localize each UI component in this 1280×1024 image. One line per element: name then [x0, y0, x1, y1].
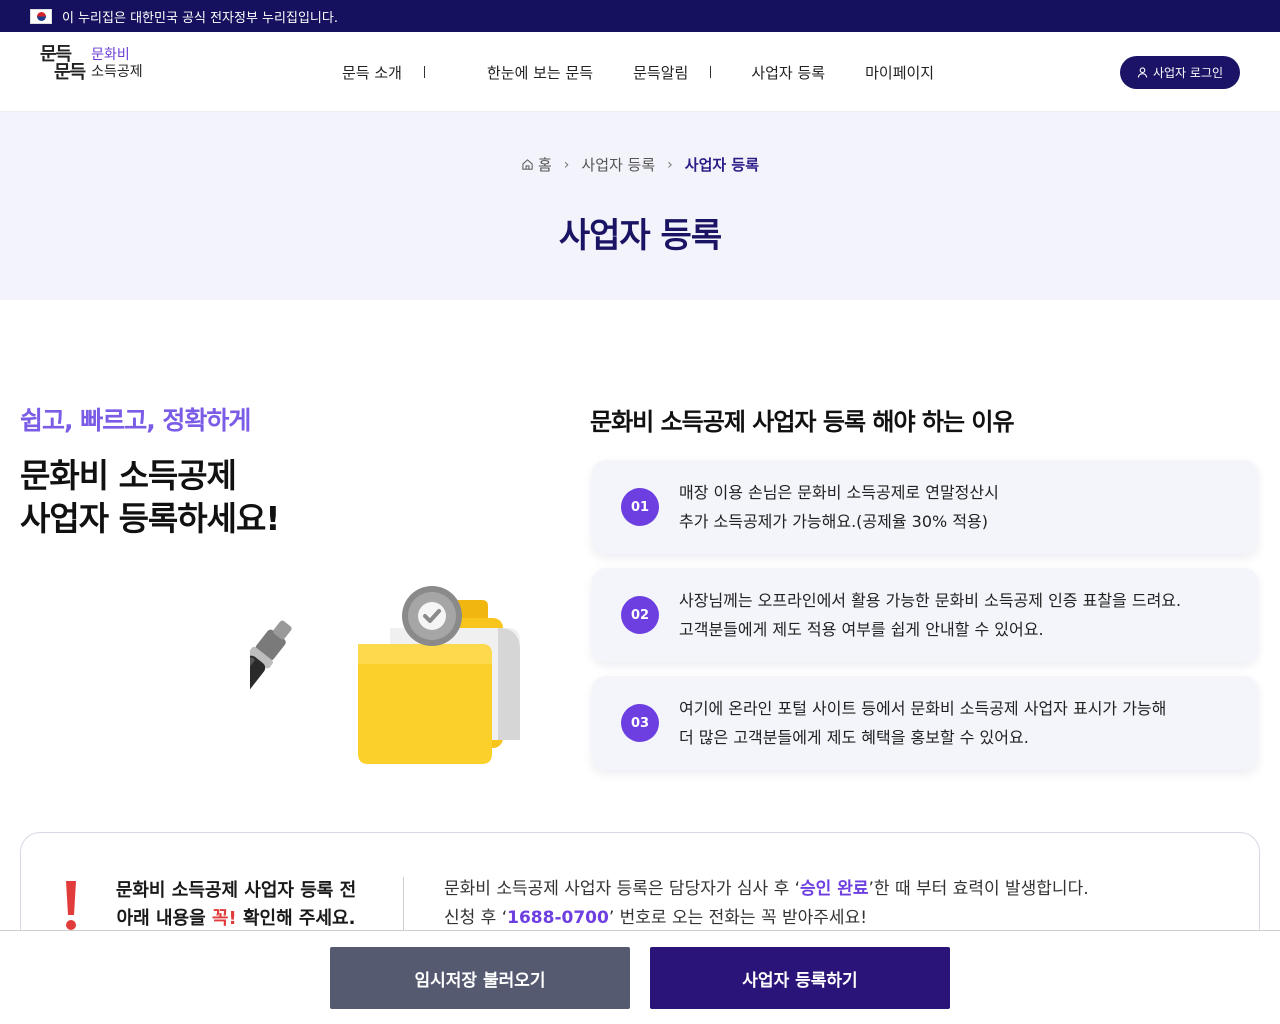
breadcrumb-parent[interactable]: 사업자 등록 [581, 154, 655, 175]
reason-text: 사장님께는 오프라인에서 활용 가능한 문화비 소득공제 인증 표찰을 드려요.… [679, 586, 1181, 644]
check-badge-icon [402, 586, 462, 646]
reason-line: 더 많은 고객분들에게 제도 혜택을 홍보할 수 있어요. [679, 728, 1029, 747]
reason-text: 매장 이용 손님은 문화비 소득공제로 연말정산시 추가 소득공제가 가능해요.… [679, 478, 999, 536]
notice-body-text: ’ 번호로 오는 전화는 꼭 받아주세요! [608, 908, 868, 928]
page-title: 사업자 등록 [558, 216, 722, 256]
reason-line: 고객분들에게 제도 적용 여부를 쉽게 안내할 수 있어요. [679, 620, 1044, 639]
home-icon [522, 159, 533, 170]
intro-headline: 문화비 소득공제 사업자 등록하세요! [20, 454, 280, 540]
reason-line: 추가 소득공제가 가능해요.(공제율 30% 적용) [679, 512, 988, 531]
exclamation-icon [66, 881, 76, 930]
breadcrumb-current: 사업자 등록 [684, 156, 760, 174]
intro-headline-line2: 사업자 등록하세요! [20, 499, 280, 538]
notice-body-text: 문화비 소득공제 사업자 등록은 담당자가 심사 후 ‘ [444, 879, 801, 899]
intro-tagline: 쉽고, 빠르고, 정확하게 [20, 406, 251, 435]
reason-line: 여기에 온라인 포털 사이트 등에서 문화비 소득공제 사업자 표시가 가능해 [679, 699, 1167, 718]
nav-divider [423, 66, 425, 78]
bottom-action-bar: 임시저장 불러오기 사업자 등록하기 [0, 930, 1280, 1024]
site-logo[interactable]: 문득 문득 문화비 소득공제 [40, 46, 143, 82]
reason-number: 03 [621, 704, 659, 742]
notice-heading-text: 아래 내용을 [116, 908, 212, 929]
notice-highlight: 승인 완료 [800, 879, 869, 899]
load-draft-button[interactable]: 임시저장 불러오기 [330, 947, 630, 1009]
user-icon [1137, 67, 1148, 78]
chevron-right-icon: › [563, 156, 570, 173]
reasons-title: 문화비 소득공제 사업자 등록 해야 하는 이유 [590, 408, 1015, 436]
reason-number: 01 [621, 488, 659, 526]
reason-text: 여기에 온라인 포털 사이트 등에서 문화비 소득공제 사업자 표시가 가능해 … [679, 694, 1166, 752]
site-header: 문득 문득 문화비 소득공제 문득 소개 한눈에 보는 문득 문득알림 사업자 … [0, 32, 1280, 112]
notice-body: 문화비 소득공제 사업자 등록은 담당자가 심사 후 ‘승인 완료’한 때 부터… [444, 875, 1089, 933]
reason-card-1: 01 매장 이용 손님은 문화비 소득공제로 연말정산시 추가 소득공제가 가능… [592, 460, 1258, 554]
intro-section: 쉽고, 빠르고, 정확하게 문화비 소득공제 사업자 등록하세요! 문화비 소득… [0, 300, 1280, 831]
nav-item-notice[interactable]: 문득알림 [633, 62, 688, 83]
reason-number: 02 [621, 596, 659, 634]
logo-text-line1: 문화비 [91, 47, 130, 63]
breadcrumb: 홈 › 사업자 등록 › 사업자 등록 [0, 154, 1280, 175]
taegukgi-flag-icon [30, 8, 52, 24]
nav-item-overview[interactable]: 한눈에 보는 문득 [487, 62, 593, 83]
notice-heading-line2: 아래 내용을 꼭! 확인해 주세요. [111, 905, 361, 933]
business-login-label: 사업자 로그인 [1152, 66, 1224, 80]
notice-body-text: 신청 후 ‘ [444, 908, 508, 928]
gov-banner-text: 이 누리집은 대한민국 공식 전자정부 누리집입니다. [62, 10, 338, 26]
nav-divider [710, 66, 712, 78]
notice-heading-text: 확인해 주세요. [236, 908, 356, 929]
notice-phone-number: 1688-0700 [507, 908, 609, 928]
registration-illustration [250, 586, 520, 764]
logo-mark-line2: 문득 [54, 62, 86, 83]
logo-text: 문화비 소득공제 [91, 47, 143, 81]
notice-heading: 문화비 소득공제 사업자 등록 전 아래 내용을 꼭! 확인해 주세요. [111, 877, 361, 933]
reason-line: 매장 이용 손님은 문화비 소득공제로 연말정산시 [679, 483, 999, 502]
notice-divider [403, 877, 404, 937]
gov-banner: 이 누리집은 대한민국 공식 전자정부 누리집입니다. [0, 0, 1280, 32]
nav-item-business-registration[interactable]: 사업자 등록 [751, 62, 825, 83]
pen-icon [250, 620, 292, 720]
nav-item-about[interactable]: 문득 소개 [342, 62, 402, 83]
notice-body-line1: 문화비 소득공제 사업자 등록은 담당자가 심사 후 ‘승인 완료’한 때 부터… [444, 875, 1089, 904]
nav-item-mypage[interactable]: 마이페이지 [865, 62, 934, 83]
breadcrumb-home-label: 홈 [537, 156, 552, 174]
notice-body-text: ’한 때 부터 효력이 발생합니다. [868, 879, 1089, 899]
reason-line: 사장님께는 오프라인에서 활용 가능한 문화비 소득공제 인증 표찰을 드려요. [679, 591, 1182, 610]
business-login-button[interactable]: 사업자 로그인 [1120, 56, 1240, 89]
logo-text-line2: 소득공제 [91, 64, 143, 80]
reason-card-3: 03 여기에 온라인 포털 사이트 등에서 문화비 소득공제 사업자 표시가 가… [592, 676, 1258, 770]
register-business-button[interactable]: 사업자 등록하기 [650, 947, 950, 1009]
logo-mark: 문득 문득 [40, 46, 86, 83]
breadcrumb-home[interactable]: 홈 [521, 154, 552, 175]
notice-emphasis: 꼭! [211, 908, 237, 929]
reason-card-2: 02 사장님께는 오프라인에서 활용 가능한 문화비 소득공제 인증 표찰을 드… [592, 568, 1258, 662]
notice-body-line2: 신청 후 ‘1688-0700’ 번호로 오는 전화는 꼭 받아주세요! [444, 904, 1089, 933]
intro-headline-line1: 문화비 소득공제 [20, 456, 237, 495]
chevron-right-icon: › [667, 156, 673, 173]
page-hero: 홈 › 사업자 등록 › 사업자 등록 사업자 등록 [0, 112, 1280, 300]
main-nav: 문득 소개 한눈에 보는 문득 문득알림 사업자 등록 마이페이지 [342, 32, 934, 112]
notice-heading-line1: 문화비 소득공제 사업자 등록 전 [115, 880, 357, 901]
